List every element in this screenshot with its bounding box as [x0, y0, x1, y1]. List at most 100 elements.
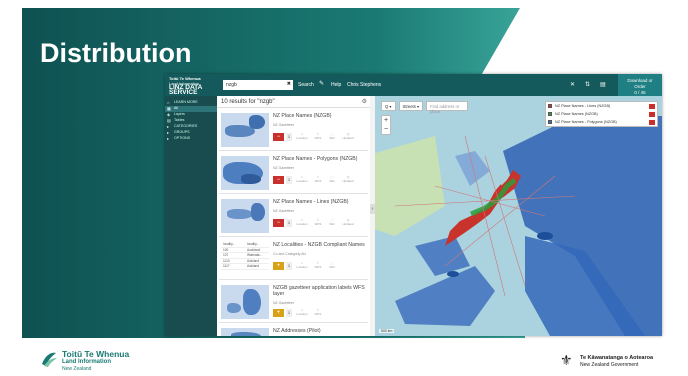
tag-icon[interactable]: ✎ [319, 80, 324, 87]
footer-left-line2: Land Information [62, 359, 111, 365]
map-view[interactable]: Q ▾ Streets ▾ Find address or place + − … [375, 96, 662, 336]
footer-nzgov-logo: ⚜ Te Kāwanatanga o Aotearoa New Zealand … [560, 350, 680, 372]
meta-label: Wkt [329, 221, 335, 226]
legend-label: NZ Place Names (NZGB) [555, 112, 598, 116]
result-card[interactable]: NZ Place Names - Lines (NZGB) NZ Gazette… [219, 195, 368, 237]
help-link[interactable]: Help [331, 82, 341, 88]
grid-icon: ▦ [167, 106, 171, 111]
remove-layer-icon[interactable] [649, 119, 655, 125]
meta-label: Location [296, 264, 308, 269]
zoom-in-button[interactable]: + [382, 116, 390, 125]
card-title[interactable]: NZGB gazetteer application labels WFS la… [273, 285, 367, 297]
card-title[interactable]: NZ Place Names - Lines (NZGB) [273, 199, 367, 205]
share-icon[interactable]: ⇅ [585, 81, 590, 88]
layer-legend: NZ Place Names - Lines (NZGB) NZ Place N… [545, 101, 658, 127]
island-polygon [537, 232, 553, 240]
meta-wkt: ⬚ Wkt [325, 175, 339, 183]
remove-layer-button[interactable]: − [273, 219, 284, 227]
card-count: 1 [286, 133, 292, 141]
remove-layer-icon[interactable] [649, 111, 655, 117]
footer-left-line3: New Zealand [62, 366, 92, 372]
meta-location: ⌖ Location [295, 132, 309, 140]
meta-label: WFS [314, 135, 322, 140]
result-card[interactable]: locality... locality... 100 Auckland 107 Wa… [219, 238, 368, 280]
result-card[interactable]: NZ Addresses (Pilot) [219, 324, 368, 336]
address-search-input[interactable]: Find address or place [426, 101, 469, 114]
search-button[interactable]: Search [298, 82, 314, 88]
table-icon: ▤ [167, 118, 171, 123]
meta-label: WFS [314, 221, 322, 226]
remove-layer-button[interactable]: − [273, 176, 284, 184]
layer-checkbox[interactable] [548, 112, 552, 116]
card-title[interactable]: NZ Addresses (Pilot) [273, 328, 367, 334]
table-cell: Auckland [247, 247, 261, 252]
footer-left-line1: Toitū Te Whenua [62, 349, 130, 359]
footer-linz-logo: Toitū Te Whenua Land Information New Zea… [40, 348, 150, 372]
meta-label: Updated [342, 221, 354, 226]
layer-checkbox[interactable] [548, 120, 552, 124]
sidebar-item-label: Layers [174, 112, 185, 116]
meta-wkt: ⬚ Wkt [325, 261, 339, 269]
card-title[interactable]: NZ Localities - NZGB Compliant Names [273, 242, 367, 248]
legend-label: NZ Place Names - Polygons (NZGB) [555, 120, 617, 124]
table-cell: 100 [223, 247, 229, 252]
options-icon: ▸ [167, 136, 170, 141]
card-title[interactable]: NZ Place Names - Polygons (NZGB) [273, 156, 367, 162]
card-subtitle: NZ Gazetteer [273, 166, 295, 170]
card-title[interactable]: NZ Place Names (NZGB) [273, 113, 367, 119]
results-heading: 10 results for "nzgb" ⚙ [217, 96, 370, 108]
layer-checkbox[interactable] [548, 104, 552, 108]
remove-layer-icon[interactable] [649, 103, 655, 109]
sidebar-item-label: CATEGORIES [174, 124, 198, 128]
meta-label: Updated [342, 135, 354, 140]
layers-icon[interactable]: ▤ [600, 81, 606, 88]
linz-logo-icon [42, 352, 57, 367]
meta-updated: ◷ Updated [341, 132, 355, 140]
meta-wkt: ⬚ Wkt [325, 218, 339, 226]
meta-wfs: ⚐ WFS [311, 308, 325, 316]
zoom-out-button[interactable]: − [382, 125, 390, 134]
meta-label: Wkt [329, 264, 335, 269]
close-icon[interactable]: ✕ [570, 81, 575, 88]
gear-icon[interactable]: ⚙ [362, 98, 367, 105]
meta-updated: ◷ Updated [341, 175, 355, 183]
legend-item[interactable]: NZ Place Names - Lines (NZGB) [546, 102, 657, 110]
sidebar-item-options[interactable]: ▸ OPTIONS [165, 136, 217, 142]
add-layer-button[interactable]: + [273, 262, 284, 270]
meta-label: Wkt [329, 135, 335, 140]
legend-label: NZ Place Names - Lines (NZGB) [555, 104, 611, 108]
home-icon: ⌂ [167, 100, 170, 105]
meta-location: ⌖ Location [295, 218, 309, 226]
result-card[interactable]: NZGB gazetteer application labels WFS la… [219, 281, 368, 323]
search-input[interactable]: nzgb ✖ [223, 80, 293, 90]
map-thumbnail [221, 113, 269, 147]
map-thumbnail [221, 285, 269, 319]
result-card[interactable]: NZ Place Names - Polygons (NZGB) NZ Gaze… [219, 152, 368, 194]
map-scale: 500 km [379, 329, 395, 333]
meta-wfs: ⚐ WFS [311, 132, 325, 140]
basemap-select[interactable]: Streets ▾ [398, 101, 424, 111]
result-card[interactable]: NZ Place Names (NZGB) NZ Gazetteer − 1 ⌖… [219, 109, 368, 151]
download-button[interactable]: Download or Order 0 / 45 [618, 74, 662, 96]
meta-updated: ◷ Updated [341, 218, 355, 226]
clear-search-icon[interactable]: ✖ [287, 81, 291, 87]
remove-layer-button[interactable]: − [273, 133, 284, 141]
footer-right-line2: New Zealand Government [580, 362, 639, 368]
table-cell: 1110 [223, 258, 230, 263]
app-logo[interactable]: Toitū Te Whenua Land Information LINZ DA… [169, 76, 217, 95]
meta-wfs: ⚐ WFS [311, 261, 325, 269]
add-layer-button[interactable]: + [273, 309, 284, 317]
user-menu[interactable]: Chris Stephens [347, 82, 381, 88]
meta-wkt: ⬚ Wkt [325, 132, 339, 140]
meta-label: Location [296, 135, 308, 140]
legend-item[interactable]: NZ Place Names - Polygons (NZGB) [546, 118, 657, 126]
meta-location: ⌖ Location [295, 308, 309, 316]
sidebar-item-label: LEARN MORE [174, 100, 198, 104]
map-search-tool[interactable]: Q ▾ [381, 101, 396, 111]
sidebar-item-label: GROUPS [174, 130, 190, 134]
meta-label: WFS [314, 178, 322, 183]
legend-item[interactable]: NZ Place Names (NZGB) [546, 110, 657, 118]
meta-location: ⌖ Location [295, 175, 309, 183]
slide-title: Distribution [40, 38, 192, 68]
meta-label: Wkt [329, 178, 335, 183]
